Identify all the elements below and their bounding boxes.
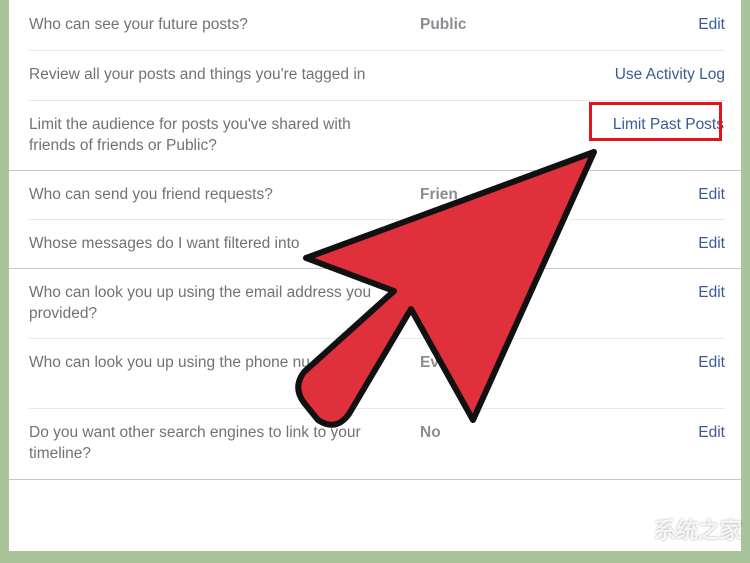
watermark-logo: 系统之家 <box>653 519 742 544</box>
pointer-arrow-icon <box>295 149 597 428</box>
